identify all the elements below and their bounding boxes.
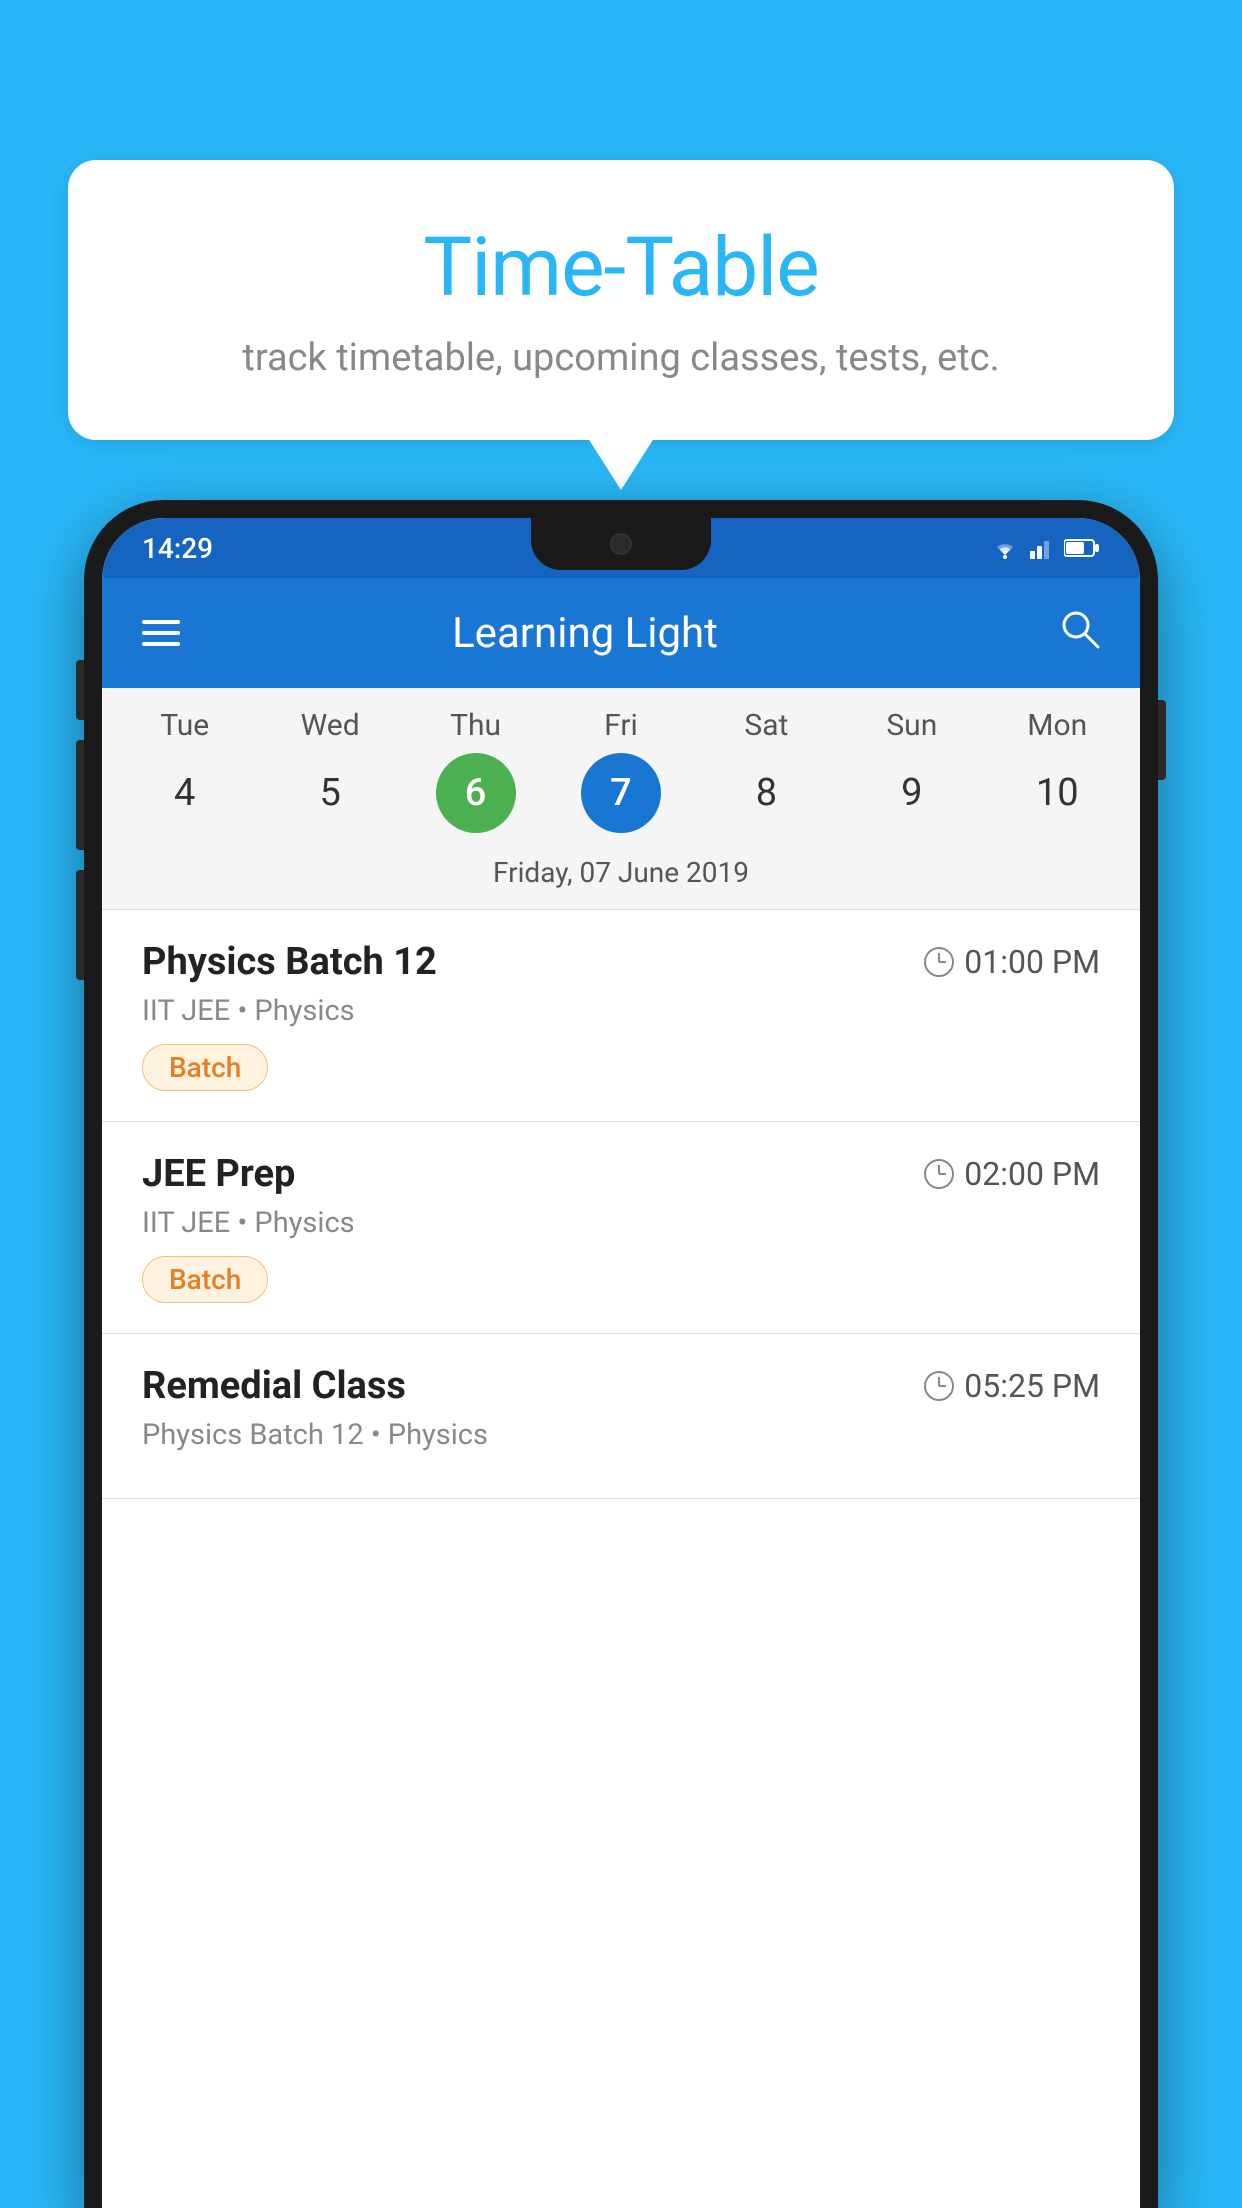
calendar-strip: Tue Wed Thu Fri Sat Sun Mon 4 5 6 7 8 9 …: [102, 688, 1140, 910]
day-header-mon: Mon: [987, 708, 1127, 743]
schedule-item-1[interactable]: Physics Batch 12 01:00 PM IIT JEE • Phys…: [102, 910, 1140, 1122]
camera: [610, 533, 632, 555]
day-10[interactable]: 10: [1017, 753, 1097, 833]
day-header-sat: Sat: [696, 708, 836, 743]
silent-button[interactable]: [76, 870, 84, 980]
schedule-time-text-1: 01:00 PM: [964, 943, 1100, 981]
day-header-thu: Thu: [406, 708, 546, 743]
schedule-time-2: 02:00 PM: [924, 1155, 1100, 1193]
bubble-subtitle: track timetable, upcoming classes, tests…: [118, 336, 1124, 380]
schedule-time-1: 01:00 PM: [924, 943, 1100, 981]
calendar-date-label: Friday, 07 June 2019: [102, 848, 1140, 909]
day-7-selected[interactable]: 7: [581, 753, 661, 833]
phone-frame: 14:29: [84, 500, 1158, 2208]
batch-badge-2: Batch: [142, 1256, 268, 1303]
day-header-wed: Wed: [260, 708, 400, 743]
schedule-item-header-2: JEE Prep 02:00 PM: [142, 1152, 1100, 1196]
schedule-item-3[interactable]: Remedial Class 05:25 PM Physics Batch 12…: [102, 1334, 1140, 1499]
schedule-time-text-2: 02:00 PM: [964, 1155, 1100, 1193]
speech-bubble-container: Time-Table track timetable, upcoming cla…: [68, 160, 1174, 440]
clock-icon-3: [924, 1371, 954, 1401]
day-numbers: 4 5 6 7 8 9 10: [102, 743, 1140, 848]
status-time: 14:29: [142, 532, 213, 565]
signal-icon: [1030, 537, 1054, 559]
status-icons: [990, 537, 1100, 559]
power-button[interactable]: [1158, 700, 1166, 780]
clock-icon-1: [924, 947, 954, 977]
app-bar: Learning Light: [102, 578, 1140, 688]
schedule-time-3: 05:25 PM: [924, 1367, 1100, 1405]
day-header-sun: Sun: [842, 708, 982, 743]
schedule-time-text-3: 05:25 PM: [964, 1367, 1100, 1405]
day-6-today[interactable]: 6: [436, 753, 516, 833]
app-title: Learning Light: [210, 609, 960, 658]
day-headers: Tue Wed Thu Fri Sat Sun Mon: [102, 708, 1140, 743]
schedule-meta-1: IIT JEE • Physics: [142, 994, 1100, 1028]
schedule-item-2[interactable]: JEE Prep 02:00 PM IIT JEE • Physics Batc…: [102, 1122, 1140, 1334]
schedule-item-header-3: Remedial Class 05:25 PM: [142, 1364, 1100, 1408]
hamburger-menu-icon[interactable]: [142, 620, 180, 646]
clock-icon-2: [924, 1159, 954, 1189]
day-header-fri: Fri: [551, 708, 691, 743]
day-4[interactable]: 4: [145, 753, 225, 833]
volume-up-button[interactable]: [76, 660, 84, 720]
schedule-title-2: JEE Prep: [142, 1152, 295, 1196]
battery-icon: [1064, 539, 1100, 557]
batch-badge-1: Batch: [142, 1044, 268, 1091]
volume-down-button[interactable]: [76, 740, 84, 850]
wifi-icon: [990, 537, 1020, 559]
phone-notch: [531, 518, 711, 570]
phone-screen: 14:29: [102, 518, 1140, 2208]
day-9[interactable]: 9: [872, 753, 952, 833]
search-icon[interactable]: [1058, 607, 1100, 660]
schedule-list: Physics Batch 12 01:00 PM IIT JEE • Phys…: [102, 910, 1140, 2208]
day-8[interactable]: 8: [726, 753, 806, 833]
schedule-meta-2: IIT JEE • Physics: [142, 1206, 1100, 1240]
speech-bubble: Time-Table track timetable, upcoming cla…: [68, 160, 1174, 440]
schedule-title-3: Remedial Class: [142, 1364, 406, 1408]
day-5[interactable]: 5: [290, 753, 370, 833]
bubble-title: Time-Table: [118, 220, 1124, 316]
day-header-tue: Tue: [115, 708, 255, 743]
schedule-title-1: Physics Batch 12: [142, 940, 437, 984]
schedule-meta-3: Physics Batch 12 • Physics: [142, 1418, 1100, 1452]
schedule-item-header-1: Physics Batch 12 01:00 PM: [142, 940, 1100, 984]
